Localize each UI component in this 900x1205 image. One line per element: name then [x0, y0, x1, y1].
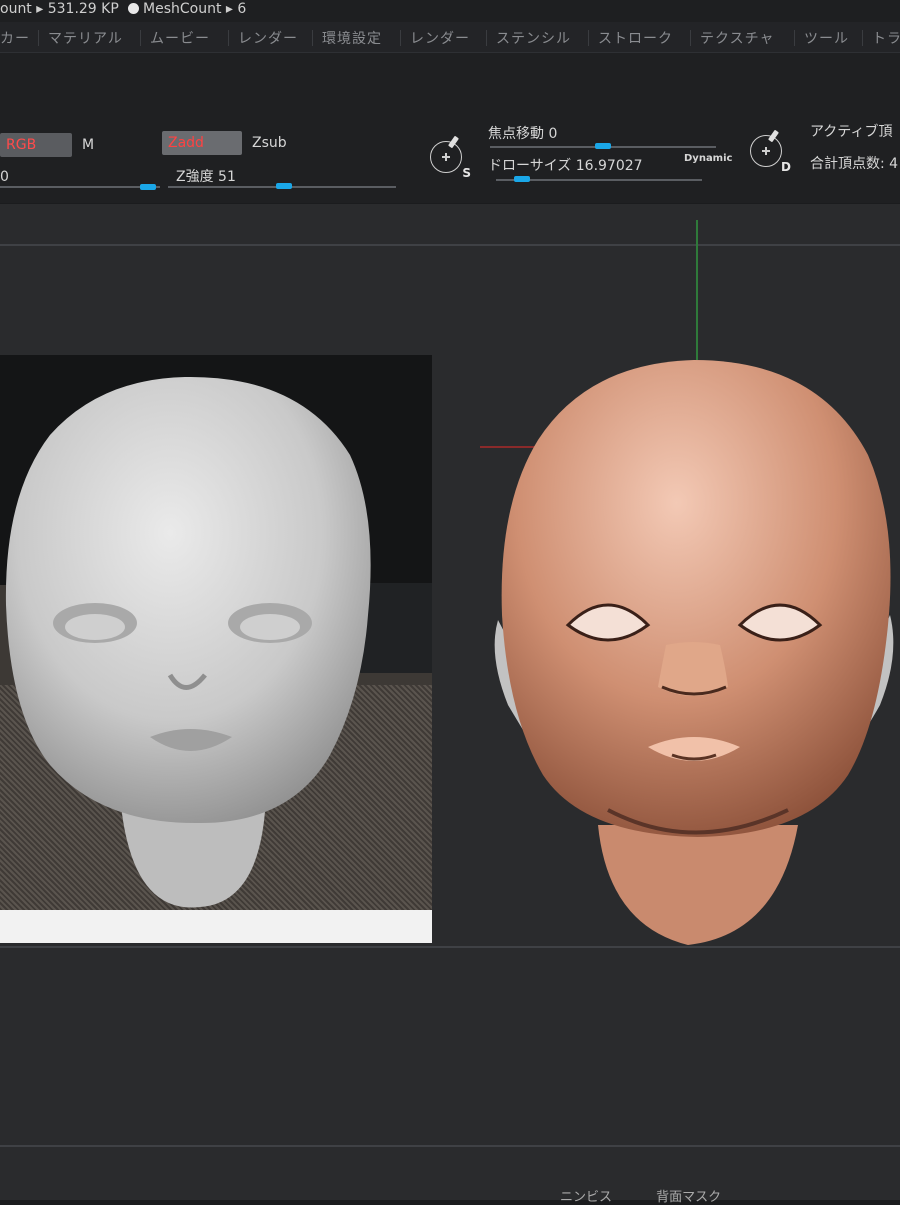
- menu-item-tool[interactable]: ツール: [804, 28, 849, 48]
- reference-photo: [0, 355, 432, 943]
- brush-nib-icon: [448, 135, 459, 149]
- menu-item-render-2[interactable]: レンダー: [410, 28, 470, 48]
- menu-item-texture[interactable]: テクスチャ: [700, 28, 774, 48]
- draw-size-label: ドローサイズ 16.97027: [488, 158, 643, 174]
- top-shelf: RGB M 0 Zadd Zsub Z強度 51 S 焦点移動 0 ドローサイズ…: [0, 53, 900, 203]
- rgb-intensity-slider[interactable]: [0, 186, 160, 188]
- brush-s-letter: S: [462, 166, 471, 180]
- rgb-intensity-slider-knob[interactable]: [140, 184, 156, 190]
- digital-sculpt-head: [494, 360, 894, 945]
- menu-divider: [486, 30, 487, 46]
- mesh-count-readout: MeshCount ▸ 6: [128, 1, 246, 17]
- brush-s-icon[interactable]: S: [430, 135, 471, 180]
- rgb-button[interactable]: RGB: [0, 133, 72, 157]
- mesh-count-dot-icon: [128, 3, 139, 14]
- menu-divider: [228, 30, 229, 46]
- active-points-readout: ount ▸ 531.29 KP: [0, 1, 119, 17]
- y-axis-line: [696, 220, 698, 360]
- brush-d-letter: D: [781, 160, 791, 174]
- zsub-button[interactable]: Zsub: [252, 135, 287, 151]
- menu-divider: [588, 30, 589, 46]
- menu-divider: [400, 30, 401, 46]
- menu-item-color[interactable]: カー: [0, 28, 30, 48]
- canvas-divider: [0, 1145, 900, 1147]
- status-bar: ount ▸ 531.29 KP MeshCount ▸ 6: [0, 0, 900, 22]
- crosshair-icon: [445, 153, 447, 161]
- bottom-panel-labels: ニンビス 背面マスク: [560, 1186, 721, 1205]
- bottom-label-right: 背面マスク: [656, 1190, 722, 1205]
- clay-head-photo: [5, 376, 371, 908]
- menu-divider: [690, 30, 691, 46]
- menu-item-stroke[interactable]: ストローク: [598, 28, 673, 48]
- focal-shift-slider-knob[interactable]: [595, 143, 611, 149]
- menu-item-material[interactable]: マテリアル: [48, 28, 123, 48]
- bottom-label-left: ニンビス: [560, 1190, 613, 1205]
- zadd-button[interactable]: Zadd: [162, 131, 242, 155]
- menu-divider: [140, 30, 141, 46]
- draw-size-slider-knob[interactable]: [514, 176, 530, 182]
- dynamic-toggle[interactable]: Dynamic: [684, 153, 732, 164]
- menu-divider: [312, 30, 313, 46]
- focal-shift-label: 焦点移動 0: [488, 126, 558, 142]
- menu-item-preferences[interactable]: 環境設定: [322, 28, 382, 48]
- menu-item-stencil[interactable]: ステンシル: [496, 28, 571, 48]
- menu-divider: [38, 30, 39, 46]
- z-intensity-label: Z強度 51: [176, 169, 236, 185]
- brush-d-icon[interactable]: D: [750, 129, 791, 174]
- total-points-label: 合計頂点数: 4: [810, 156, 899, 172]
- menu-divider: [862, 30, 863, 46]
- menu-item-render[interactable]: レンダー: [238, 28, 298, 48]
- z-intensity-slider-knob[interactable]: [276, 183, 293, 189]
- menu-item-movie[interactable]: ムービー: [150, 28, 210, 48]
- m-button[interactable]: M: [82, 137, 94, 153]
- menu-divider: [794, 30, 795, 46]
- menu-bar: カー マテリアル ムービー レンダー 環境設定 レンダー ステンシル ストローク…: [0, 22, 900, 53]
- rgb-intensity-value: 0: [0, 169, 9, 185]
- active-points-label: アクティブ頂: [810, 124, 893, 140]
- menu-item-transform[interactable]: トラ: [872, 28, 900, 48]
- crosshair-icon: [765, 147, 767, 155]
- canvas-divider: [0, 244, 900, 246]
- brush-nib-icon: [768, 129, 779, 143]
